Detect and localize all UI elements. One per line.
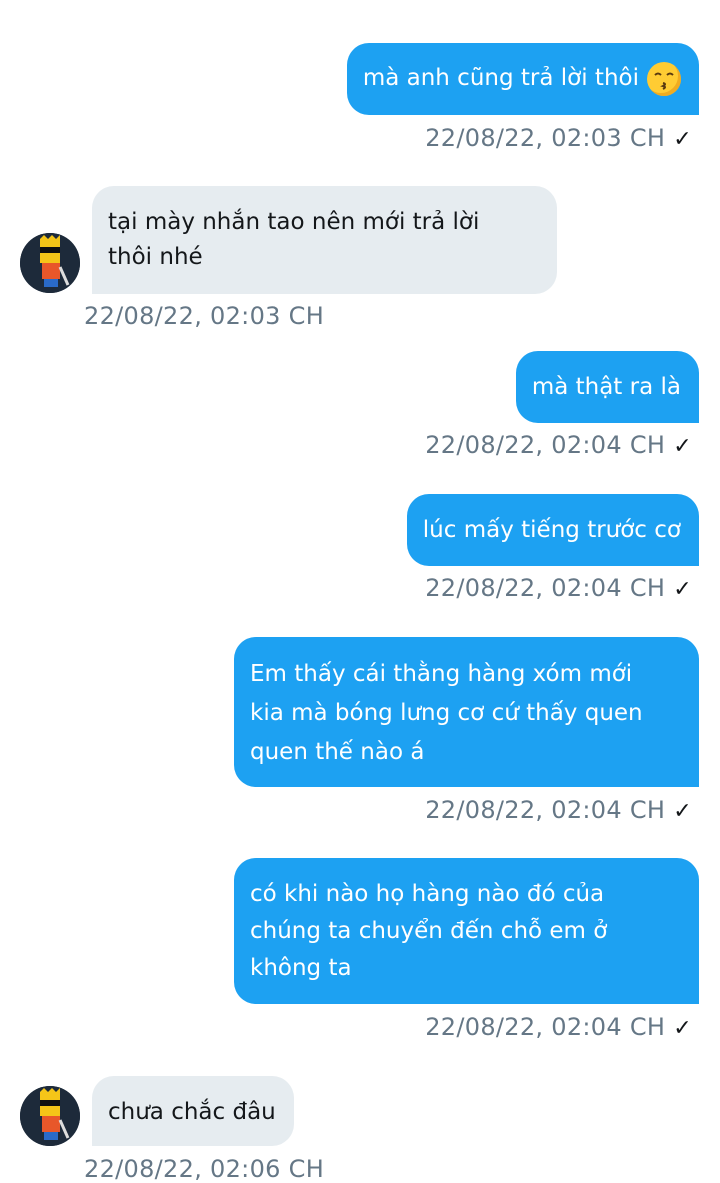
read-check-icon: ✓: [673, 799, 692, 824]
timestamp-text: 22/08/22, 02:04 CH: [425, 1013, 666, 1041]
message-timestamp: 22/08/22, 02:04 CH ✓: [425, 1013, 692, 1041]
read-check-icon: ✓: [673, 577, 692, 602]
message-bubble-outgoing[interactable]: có khi nào họ hàng nào đó của chúng ta c…: [234, 858, 699, 1004]
timestamp-text: 22/08/22, 02:03 CH: [425, 124, 666, 152]
read-check-icon: ✓: [673, 434, 692, 459]
message-text-line: quen thế nào á: [250, 739, 425, 765]
message-timestamp: 22/08/22, 02:03 CH ✓: [425, 124, 692, 152]
message-bubble-outgoing[interactable]: mà anh cũng trả lời thôi: [346, 43, 699, 115]
message-text: mà thật ra là: [531, 374, 681, 400]
avatar[interactable]: [20, 233, 80, 293]
message-text-line: kia mà bóng lưng cơ cứ thấy quen: [250, 700, 643, 726]
cartoon-avatar-icon: [20, 1086, 80, 1146]
message-bubble-outgoing[interactable]: lúc mấy tiếng trước cơ: [406, 494, 699, 566]
message-text-line: không ta: [250, 955, 352, 981]
message-timestamp: 22/08/22, 02:06 CH: [84, 1155, 324, 1183]
message-text: lúc mấy tiếng trước cơ: [422, 517, 681, 543]
avatar[interactable]: [20, 1086, 80, 1146]
message-text-line: tại mày nhắn tao nên mới trả lời: [108, 209, 480, 235]
read-check-icon: ✓: [673, 1016, 692, 1041]
read-check-icon: ✓: [673, 127, 692, 152]
message-bubble-incoming[interactable]: chưa chắc đâu: [92, 1076, 294, 1146]
message-text-line: chúng ta chuyển đến chỗ em ở: [250, 918, 608, 944]
message-text-line: thôi nhé: [108, 244, 203, 270]
message-timestamp: 22/08/22, 02:04 CH ✓: [425, 431, 692, 459]
cartoon-avatar-icon: [20, 233, 80, 293]
timestamp-text: 22/08/22, 02:04 CH: [425, 796, 666, 824]
timestamp-text: 22/08/22, 02:06 CH: [84, 1155, 325, 1183]
message-timestamp: 22/08/22, 02:04 CH ✓: [425, 796, 692, 824]
message-text-line: có khi nào họ hàng nào đó của: [250, 881, 605, 907]
timestamp-text: 22/08/22, 02:03 CH: [84, 302, 325, 330]
message-text: mà anh cũng trả lời thôi: [362, 65, 639, 91]
message-bubble-outgoing[interactable]: mà thật ra là: [515, 351, 699, 423]
message-bubble-outgoing[interactable]: Em thấy cái thằng hàng xóm mới kia mà bó…: [234, 637, 699, 787]
message-timestamp: 22/08/22, 02:03 CH: [84, 302, 324, 330]
timestamp-text: 22/08/22, 02:04 CH: [425, 431, 666, 459]
message-text: chưa chắc đâu: [108, 1099, 276, 1125]
timestamp-text: 22/08/22, 02:04 CH: [425, 574, 666, 602]
message-text-line: Em thấy cái thằng hàng xóm mới: [250, 661, 633, 687]
kissing-face-icon: [647, 61, 681, 96]
message-timestamp: 22/08/22, 02:04 CH ✓: [425, 574, 692, 602]
message-bubble-incoming[interactable]: tại mày nhắn tao nên mới trả lời thôi nh…: [92, 186, 557, 294]
